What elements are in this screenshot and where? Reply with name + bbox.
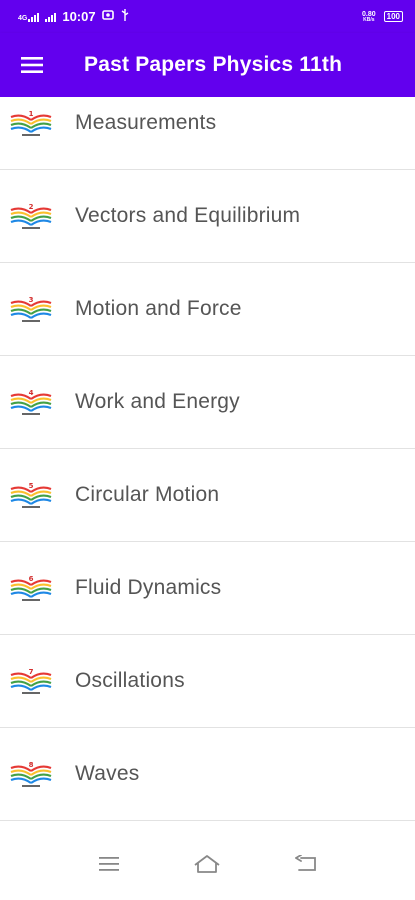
chapter-list-item[interactable]: 5 Circular Motion [0, 449, 415, 542]
open-book-icon: 6 [0, 568, 75, 608]
usb-icon [120, 9, 130, 24]
app-bar: Past Papers Physics 11th [0, 33, 415, 97]
chapter-label: Oscillations [75, 669, 185, 692]
recents-icon [99, 856, 120, 871]
open-book-icon: 1 [0, 103, 75, 143]
open-book-icon: 5 [0, 475, 75, 515]
chapter-list-item[interactable]: 4 Work and Energy [0, 356, 415, 449]
chapter-label: Work and Energy [75, 390, 240, 413]
system-nav-bar [0, 827, 415, 900]
recents-button[interactable] [84, 844, 134, 884]
chapter-label: Measurements [75, 111, 217, 134]
chapter-number: 8 [29, 761, 34, 769]
gallery-notification-icon [101, 9, 114, 24]
chapter-number: 1 [29, 110, 34, 118]
chapter-list-item[interactable]: 6 Fluid Dynamics [0, 542, 415, 635]
open-book-icon: 2 [0, 196, 75, 236]
chapter-label: Motion and Force [75, 297, 242, 320]
back-icon [294, 854, 316, 871]
open-book-icon: 4 [0, 382, 75, 422]
status-bar: 4G 10:07 0.80 KB/s 100 [0, 0, 415, 33]
chapter-list-item[interactable]: 2 Vectors and Equilibrium [0, 170, 415, 263]
back-button[interactable] [281, 844, 331, 884]
hamburger-menu-icon[interactable] [0, 33, 64, 97]
battery-icon: 100 [383, 11, 403, 22]
home-icon [194, 854, 221, 873]
chapter-label: Vectors and Equilibrium [75, 204, 301, 227]
chapter-label: Fluid Dynamics [75, 576, 222, 599]
chapter-list[interactable]: 1 Measurements 2 Vectors and Equilibrium 3 Mo… [0, 97, 415, 827]
chapter-list-item[interactable]: 8 Waves [0, 728, 415, 821]
chapter-number: 4 [29, 389, 34, 397]
chapter-number: 3 [29, 296, 34, 304]
open-book-icon: 8 [0, 754, 75, 794]
home-button[interactable] [182, 844, 232, 884]
status-time: 10:07 [62, 9, 96, 24]
chapter-number: 6 [29, 575, 34, 583]
chapter-list-item[interactable]: 7 Oscillations [0, 635, 415, 728]
app-title: Past Papers Physics 11th [84, 53, 343, 76]
chapter-number: 7 [29, 668, 34, 676]
network-type: 4G [18, 12, 40, 22]
open-book-icon: 7 [0, 661, 75, 701]
network-speed: 0.80 KB/s [362, 10, 376, 23]
chapter-label: Circular Motion [75, 483, 220, 506]
open-book-icon: 3 [0, 289, 75, 329]
signal-icon [28, 12, 40, 22]
chapter-number: 5 [29, 482, 34, 490]
chapter-label: Waves [75, 762, 140, 785]
chapter-list-item[interactable]: 1 Measurements [0, 97, 415, 170]
signal-icon [45, 12, 57, 22]
chapter-number: 2 [29, 203, 34, 211]
chapter-list-item[interactable]: 3 Motion and Force [0, 263, 415, 356]
